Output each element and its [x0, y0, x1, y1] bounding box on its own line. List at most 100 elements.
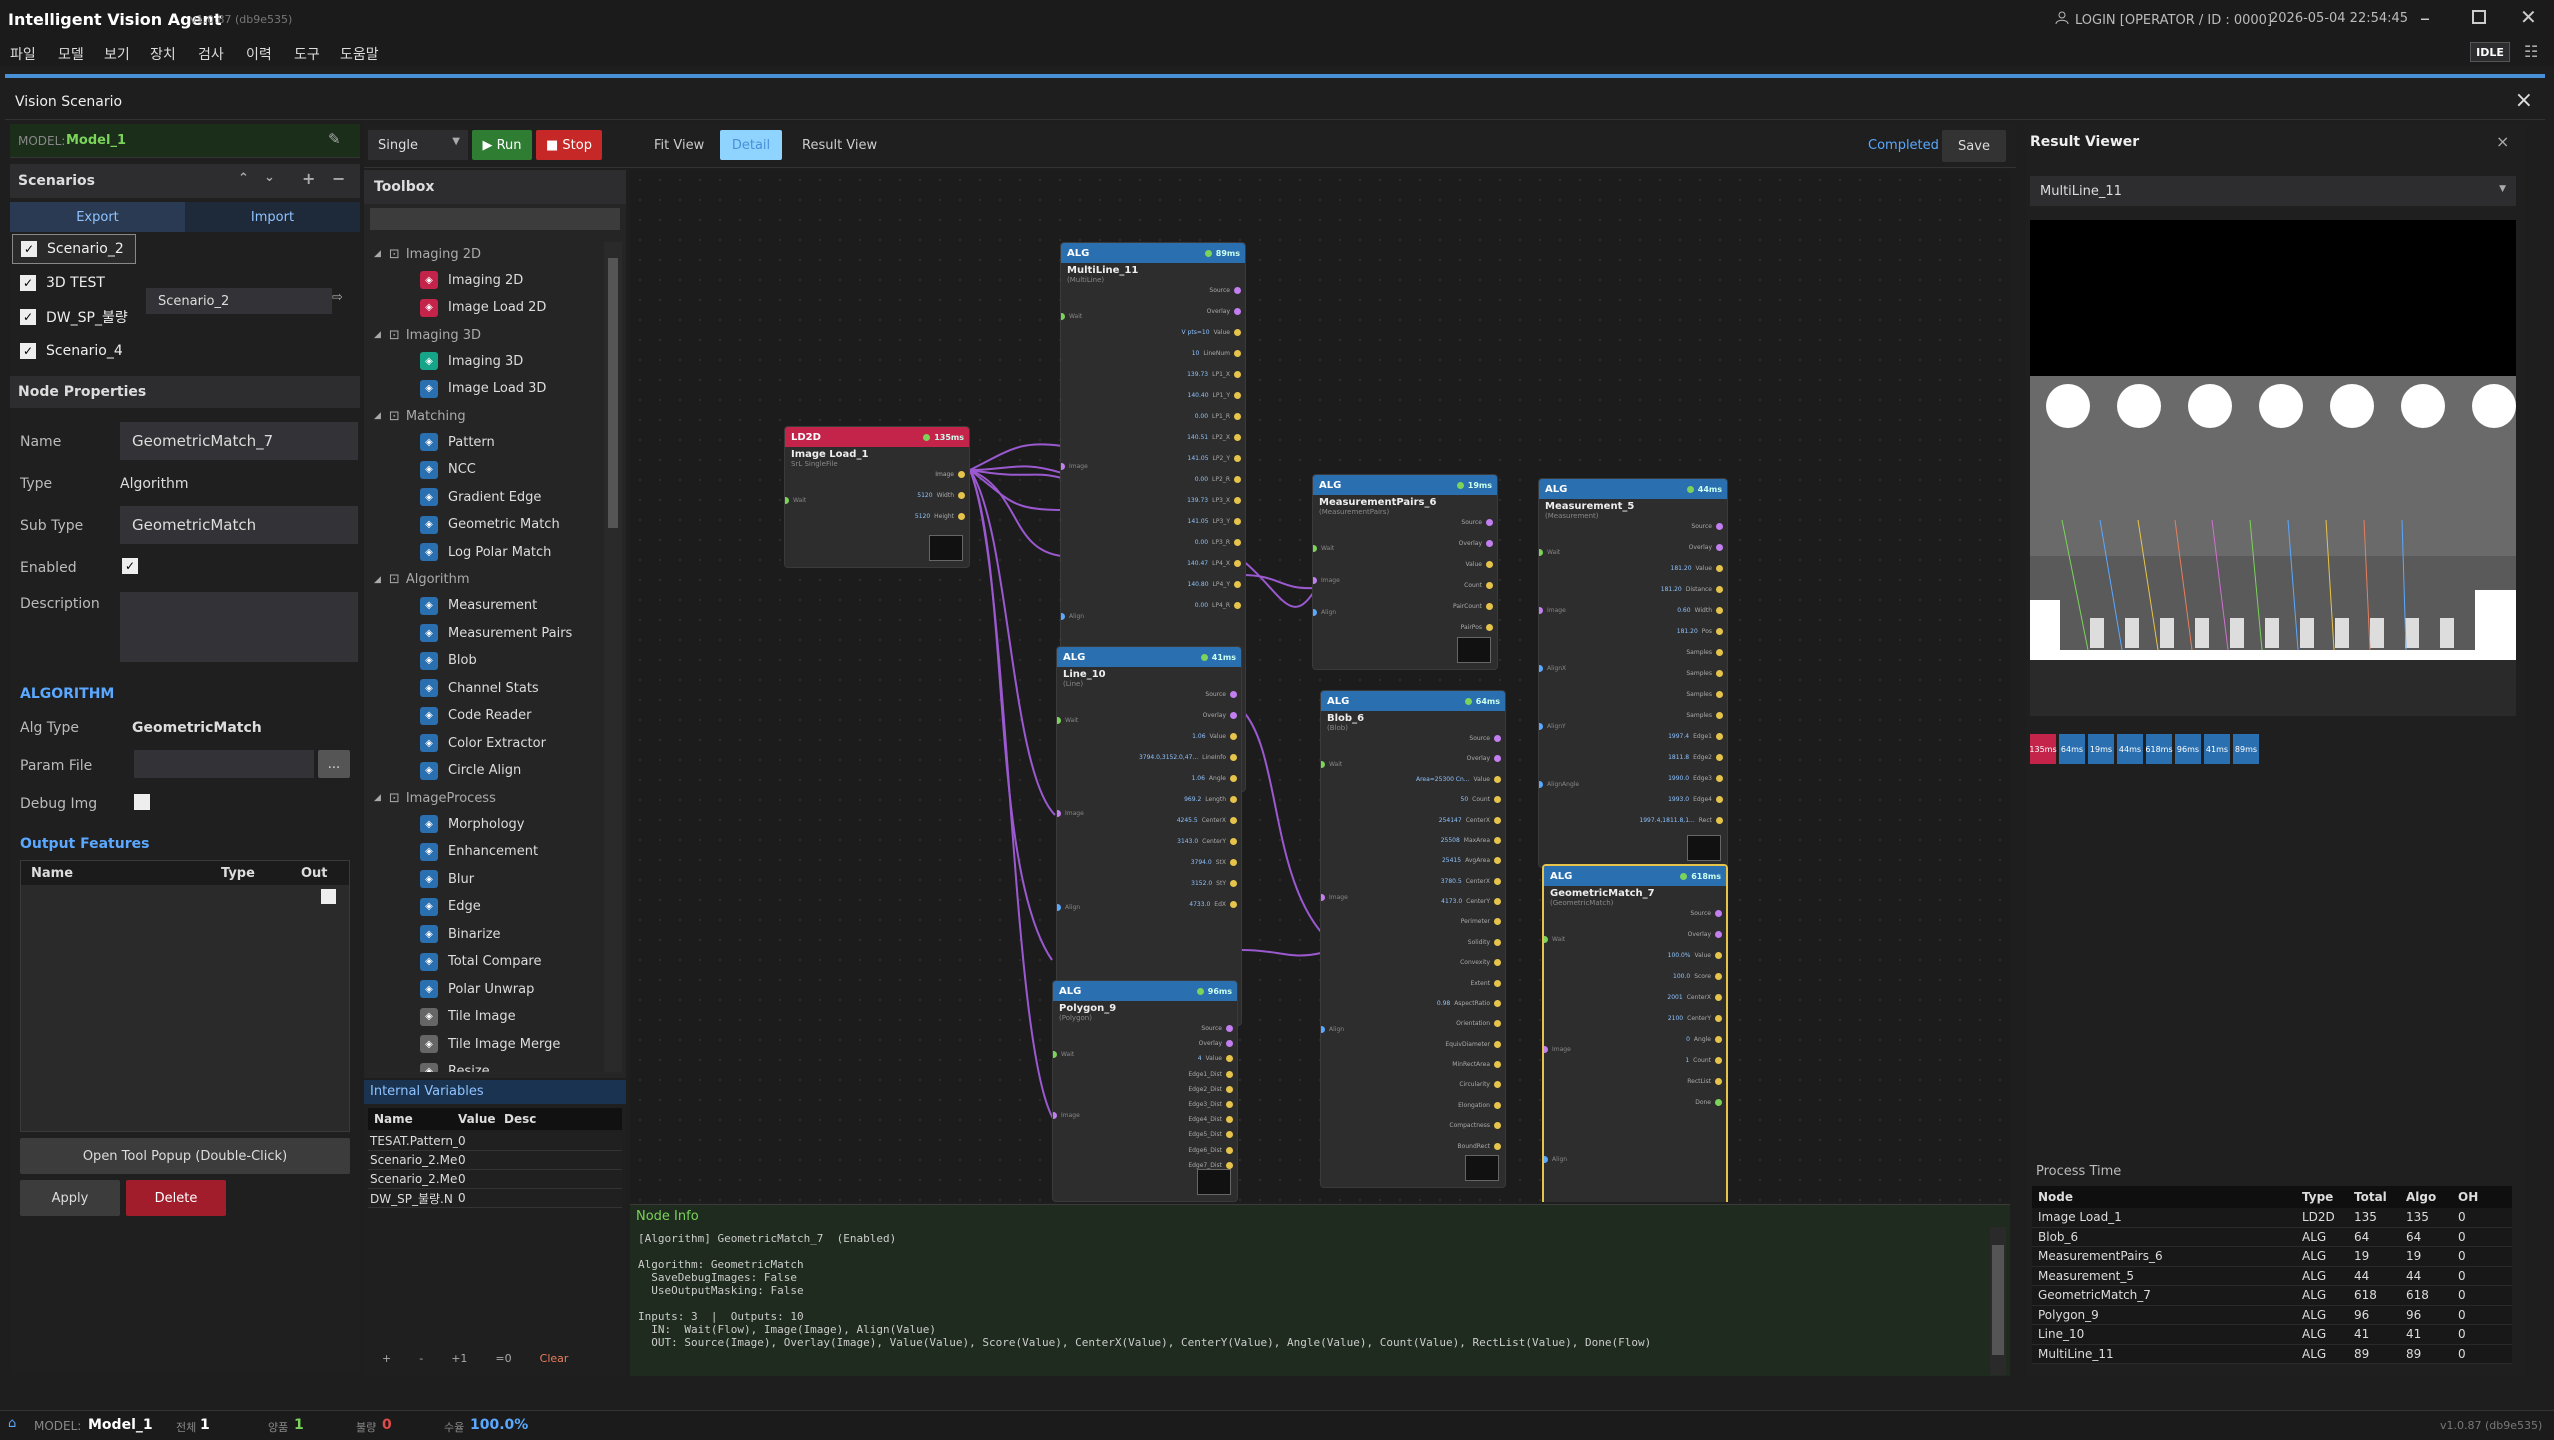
node-header[interactable]: ALG 618ms: [1544, 866, 1726, 886]
expand-icon[interactable]: ◢: [374, 330, 381, 340]
toolbox-group[interactable]: ◢ ⊡ ImageProcess: [364, 786, 496, 810]
output-port[interactable]: Samples: [1682, 691, 1723, 698]
output-port[interactable]: Edge6_Dist: [1184, 1146, 1233, 1154]
node-header[interactable]: ALG 96ms: [1053, 981, 1237, 1001]
toolbox-group[interactable]: ◢ ⊡ Imaging 2D: [364, 242, 481, 266]
output-port[interactable]: PairPos: [1457, 624, 1493, 631]
node-p9[interactable]: ALG 96ms Polygon_9 (Polygon) Source Overlay 4 V…: [1052, 980, 1238, 1202]
output-port[interactable]: 50 Count: [1461, 796, 1501, 804]
result-node-select[interactable]: MultiLine_11 ▼: [2030, 176, 2516, 206]
input-port[interactable]: Wait: [1313, 545, 1334, 552]
output-port[interactable]: Edge4_Dist: [1184, 1116, 1233, 1124]
output-port[interactable]: 1 Count: [1685, 1057, 1722, 1064]
detail-button[interactable]: Detail: [720, 130, 782, 160]
input-port[interactable]: Wait: [1321, 761, 1342, 768]
save-button[interactable]: Save: [1942, 130, 2006, 162]
node-thumbnail[interactable]: [929, 535, 963, 561]
process-row[interactable]: Blob_6 ALG 64 64 0: [2032, 1227, 2512, 1247]
menu-inspect[interactable]: 검사: [198, 44, 224, 64]
menu-view[interactable]: 보기: [104, 44, 130, 64]
node-header[interactable]: ALG 19ms: [1313, 475, 1497, 495]
scenario-checkbox[interactable]: ✓: [21, 241, 37, 257]
output-port[interactable]: 4245.5 CenterX: [1177, 817, 1237, 824]
debug-checkbox[interactable]: [134, 794, 150, 810]
time-chip[interactable]: 19ms: [2088, 734, 2114, 764]
menu-device[interactable]: 장치: [150, 44, 176, 64]
remove-scenario-icon[interactable]: −: [332, 169, 345, 188]
toolbox-item[interactable]: ◈ Color Extractor: [364, 731, 546, 755]
input-port[interactable]: Image: [1321, 893, 1348, 901]
home-icon[interactable]: ⌂: [8, 1416, 16, 1431]
time-chip[interactable]: 64ms: [2059, 734, 2085, 764]
output-port[interactable]: Samples: [1682, 649, 1723, 656]
output-port[interactable]: 3794.0 StX: [1191, 859, 1237, 866]
output-port[interactable]: 3794.0,3152.0,47... LineInfo: [1139, 754, 1237, 761]
node-gm7[interactable]: ALG 618ms GeometricMatch_7 (GeometricMatch)…: [1542, 864, 1728, 1202]
expand-icon[interactable]: ◢: [374, 793, 381, 803]
time-chip[interactable]: 41ms: [2204, 734, 2230, 764]
description-field[interactable]: [120, 592, 358, 662]
output-port[interactable]: 10 LineNum: [1192, 350, 1241, 357]
toolbox-item[interactable]: ◈ Tile Image: [364, 1005, 516, 1029]
scrollbar-thumb[interactable]: [608, 258, 618, 528]
input-port[interactable]: Align: [1057, 903, 1080, 911]
output-port[interactable]: Overlay: [1199, 712, 1237, 719]
process-row[interactable]: Polygon_9 ALG 96 96 0: [2032, 1305, 2512, 1325]
input-port[interactable]: Align: [1061, 613, 1084, 620]
toolbox-item[interactable]: ◈ Pattern: [364, 430, 495, 454]
output-port[interactable]: Orientation: [1452, 1020, 1501, 1028]
output-port[interactable]: 1990.0 Edge3: [1668, 775, 1723, 782]
node-m5[interactable]: ALG 44ms Measurement_5 (Measurement) Source O…: [1538, 478, 1728, 868]
process-row[interactable]: GeometricMatch_7 ALG 618 618 0: [2032, 1286, 2512, 1306]
output-port[interactable]: 4733.0 EdX: [1189, 901, 1237, 908]
output-port[interactable]: Solidity: [1464, 938, 1501, 946]
variable-row[interactable]: Scenario_2.Me 0: [368, 1170, 622, 1189]
input-port[interactable]: Wait: [1544, 936, 1565, 943]
edit-icon[interactable]: ✎: [328, 130, 341, 148]
increment-button[interactable]: +1: [451, 1352, 467, 1365]
node-l10[interactable]: ALG 41ms Line_10 (Line) Source Overlay 1.06 Val…: [1056, 646, 1242, 1026]
toolbox-item[interactable]: ◈ Blob: [364, 649, 477, 673]
output-port[interactable]: 140.51 LP2_X: [1187, 434, 1241, 441]
input-port[interactable]: Wait: [1061, 313, 1082, 320]
name-field[interactable]: GeometricMatch_7: [120, 422, 358, 460]
toolbox-item[interactable]: ◈ Image Load 3D: [364, 377, 546, 401]
close-window-icon[interactable]: ×: [2515, 88, 2533, 113]
output-port[interactable]: Count: [1460, 582, 1493, 589]
output-port[interactable]: Samples: [1682, 670, 1723, 677]
output-port[interactable]: 140.47 LP4_X: [1187, 560, 1241, 567]
process-row[interactable]: Line_10 ALG 41 41 0: [2032, 1325, 2512, 1345]
time-chip[interactable]: 96ms: [2175, 734, 2201, 764]
output-port[interactable]: 0.00 LP2_R: [1195, 476, 1241, 483]
scenario-item[interactable]: ✓ 3D TEST: [12, 268, 136, 298]
toolbox-group[interactable]: ◢ ⊡ Matching: [364, 404, 466, 428]
delete-button[interactable]: Delete: [126, 1180, 226, 1216]
scenario-rename-input[interactable]: Scenario_2: [146, 288, 332, 314]
toolbox-item[interactable]: ◈ Imaging 3D: [364, 349, 523, 373]
toolbox-item[interactable]: ◈ Blur: [364, 867, 474, 891]
toolbox-item[interactable]: ◈ Measurement: [364, 594, 537, 618]
toolbox-item[interactable]: ◈ Tile Image Merge: [364, 1032, 560, 1056]
output-port[interactable]: 25508 MaxArea: [1441, 836, 1501, 844]
process-row[interactable]: MultiLine_11 ALG 89 89 0: [2032, 1344, 2512, 1364]
toolbox-item[interactable]: ◈ Imaging 2D: [364, 268, 523, 292]
scenario-item[interactable]: ✓ DW_SP_불량: [12, 302, 136, 332]
variable-row[interactable]: Scenario_2.Me 0: [368, 1151, 622, 1170]
paramfile-field[interactable]: [134, 750, 314, 778]
output-port[interactable]: Source: [1465, 735, 1501, 742]
input-port[interactable]: Wait: [1053, 1051, 1074, 1058]
input-port[interactable]: Wait: [785, 497, 806, 504]
mode-select[interactable]: Single ▼: [368, 130, 468, 160]
node-ld2d[interactable]: LD2D 135ms Image Load_1 SrL SingleFile Image…: [784, 426, 970, 568]
input-port[interactable]: Align: [1313, 609, 1336, 616]
node-header[interactable]: ALG 89ms: [1061, 243, 1245, 263]
open-tool-popup-button[interactable]: Open Tool Popup (Double-Click): [20, 1138, 350, 1174]
output-port[interactable]: 140.40 LP1_Y: [1188, 392, 1241, 399]
output-port[interactable]: 3152.0 StY: [1191, 880, 1237, 887]
toolbox-item[interactable]: ◈ Edge: [364, 895, 481, 919]
stop-button[interactable]: ■ Stop: [536, 130, 602, 160]
import-button[interactable]: Import: [185, 202, 360, 232]
add-scenario-icon[interactable]: +: [302, 169, 315, 188]
output-port[interactable]: Elongation: [1454, 1101, 1501, 1109]
move-up-icon[interactable]: ⌃: [238, 171, 249, 186]
